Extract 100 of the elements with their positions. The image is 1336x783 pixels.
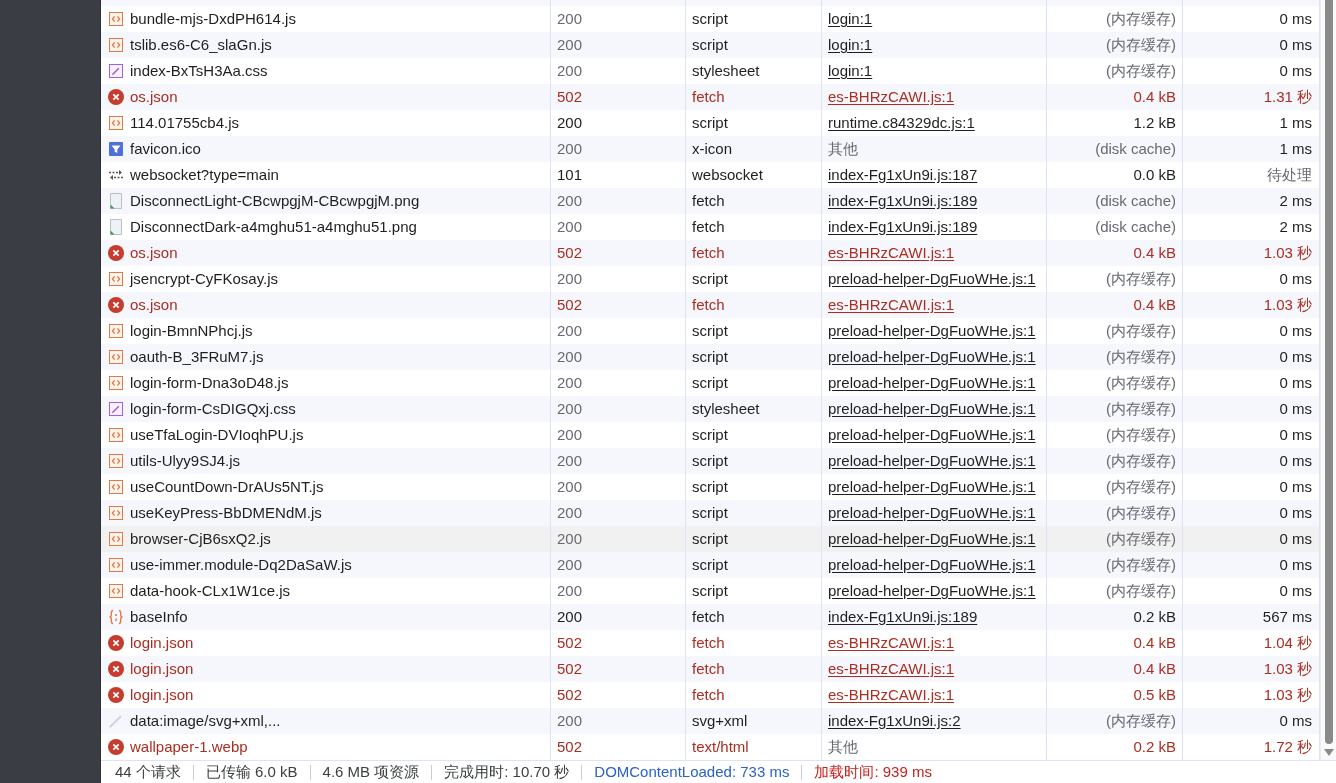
pen-icon [108,713,124,729]
initiator-link[interactable]: preload-helper-DgFuoWHe.js:1 [828,270,1036,288]
size-text: (内存缓存) [1106,270,1176,288]
resource-type: script [692,582,728,600]
table-row[interactable]: tslib.es6-C6_slaGn.js 200 script login:1 (内存缓存) 0 ms [101,32,1320,58]
status-code: 200 [557,400,583,418]
file-name: login.json [130,660,194,678]
initiator-link[interactable]: preload-helper-DgFuoWHe.js:1 [828,478,1036,496]
table-row[interactable]: os.json 502 fetch es-BHRzCAWI.js:1 0.4 kB 1.03 秒 [101,292,1320,318]
initiator-link[interactable]: preload-helper-DgFuoWHe.js:1 [828,400,1036,418]
resource-type: svg+xml [692,712,748,730]
status-code: 200 [557,270,583,288]
initiator-link[interactable]: preload-helper-DgFuoWHe.js:1 [828,374,1036,392]
time-text: 2 ms [1279,218,1312,236]
code-file-icon [108,531,124,547]
initiator-link[interactable]: index-Fg1xUn9i.js:189 [828,192,978,210]
status-code: 502 [557,738,583,756]
code-file-icon [108,479,124,495]
initiator-link[interactable]: login:1 [828,36,873,54]
status-code: 200 [557,504,583,522]
table-row[interactable]: os.json 502 fetch es-BHRzCAWI.js:1 0.4 kB 1.03 秒 [101,240,1320,266]
resource-type: script [692,348,728,366]
initiator-link[interactable]: es-BHRzCAWI.js:1 [828,660,955,678]
initiator-link[interactable]: es-BHRzCAWI.js:1 [828,88,955,106]
error-icon [108,635,124,651]
code-file-icon [108,583,124,599]
code-file-icon [108,37,124,53]
file-name: DisconnectDark-a4mghu51-a4mghu51.png [130,218,417,236]
file-name: data:image/svg+xml,... [130,712,281,730]
table-row[interactable]: login.json 502 fetch es-BHRzCAWI.js:1 0.4 kB 1.03 秒 [101,656,1320,682]
file-name: os.json [130,88,178,106]
error-icon [108,245,124,261]
status-code: 502 [557,686,583,704]
size-text: 0.0 kB [1133,166,1176,184]
status-code: 200 [557,140,583,158]
resource-type: fetch [692,218,725,236]
initiator-link[interactable]: preload-helper-DgFuoWHe.js:1 [828,556,1036,574]
initiator-link[interactable]: preload-helper-DgFuoWHe.js:1 [828,426,1036,444]
table-row[interactable]: useKeyPress-BbDMENdM.js 200 script preload-helper-DgFuoWHe.js:1 (内存缓存) 0 ms [101,500,1320,526]
braces-icon [108,609,124,625]
initiator-link[interactable]: index-Fg1xUn9i.js:189 [828,608,978,626]
time-text: 1.03 秒 [1263,244,1312,262]
status-code: 200 [557,374,583,392]
error-icon [108,89,124,105]
initiator-link[interactable]: preload-helper-DgFuoWHe.js:1 [828,348,1036,366]
file-name: useCountDown-DrAUs5NT.js [130,478,324,496]
time-text: 0 ms [1279,556,1312,574]
initiator-link[interactable]: es-BHRzCAWI.js:1 [828,296,955,314]
resource-type: x-icon [692,140,732,158]
initiator-link[interactable]: index-Fg1xUn9i.js:2 [828,712,961,730]
file-name: bundle-mjs-DxdPH614.js [130,10,296,28]
time-text: 0 ms [1279,374,1312,392]
resource-type: script [692,322,728,340]
initiator-link[interactable]: index-Fg1xUn9i.js:189 [828,218,978,236]
table-row[interactable]: use-immer.module-Dq2DaSaW.js 200 script preload-helper-DgFuoWHe.js:1 (内存缓存) 0 ms [101,552,1320,578]
resource-type: script [692,478,728,496]
resource-type: script [692,452,728,470]
time-text: 待处理 [1267,166,1312,184]
table-row[interactable]: oauth-B_3FRuM7.js 200 script preload-helper-DgFuoWHe.js:1 (内存缓存) 0 ms [101,344,1320,370]
initiator-link[interactable]: preload-helper-DgFuoWHe.js:1 [828,504,1036,522]
table-row[interactable]: login-form-CsDIGQxj.css 200 stylesheet preload-helper-DgFuoWHe.js:1 (内存缓存) 0 ms [101,396,1320,422]
table-row[interactable]: os.json 502 fetch es-BHRzCAWI.js:1 0.4 kB 1.31 秒 [101,84,1320,110]
resource-type: fetch [692,296,725,314]
initiator-link[interactable]: preload-helper-DgFuoWHe.js:1 [828,530,1036,548]
size-text: (内存缓存) [1106,374,1176,392]
image-file-icon [108,219,124,235]
size-text: (内存缓存) [1106,348,1176,366]
initiator-link[interactable]: login:1 [828,62,873,80]
initiator-link[interactable]: es-BHRzCAWI.js:1 [828,634,955,652]
size-text: (内存缓存) [1106,556,1176,574]
time-text: 0 ms [1279,62,1312,80]
code-file-icon [108,505,124,521]
initiator-link[interactable]: login:1 [828,10,873,28]
table-row[interactable]: utils-Ulyy9SJ4.js 200 script preload-helper-DgFuoWHe.js:1 (内存缓存) 0 ms [101,448,1320,474]
resource-type: stylesheet [692,400,760,418]
size-text: 0.4 kB [1133,660,1176,678]
resource-type: script [692,114,728,132]
table-row[interactable]: DisconnectLight-CBcwpgjM-CBcwpgjM.png 200 fetch index-Fg1xUn9i.js:189 (disk cache) 2 ms [101,188,1320,214]
table-row[interactable]: favicon.ico 200 x-icon 其他 (disk cache) 1 ms [101,136,1320,162]
initiator-link[interactable]: index-Fg1xUn9i.js:187 [828,166,978,184]
initiator-link[interactable]: preload-helper-DgFuoWHe.js:1 [828,582,1036,600]
initiator-link[interactable]: preload-helper-DgFuoWHe.js:1 [828,452,1036,470]
table-row[interactable]: baseInfo 200 fetch index-Fg1xUn9i.js:189 0.2 kB 567 ms [101,604,1320,630]
initiator-link[interactable]: es-BHRzCAWI.js:1 [828,244,955,262]
status-code: 200 [557,530,583,548]
initiator-link[interactable]: runtime.c84329dc.js:1 [828,114,975,132]
table-row[interactable]: browser-CjB6sxQ2.js 200 script preload-helper-DgFuoWHe.js:1 (内存缓存) 0 ms [101,526,1320,552]
status-code: 200 [557,62,583,80]
status-code: 200 [557,426,583,444]
scrollbar-thumb[interactable] [1324,0,1333,744]
size-text: (内存缓存) [1106,400,1176,418]
initiator-link[interactable]: preload-helper-DgFuoWHe.js:1 [828,322,1036,340]
size-text: 0.5 kB [1133,686,1176,704]
resource-type: script [692,270,728,288]
time-text: 1.72 秒 [1263,738,1312,756]
resource-type: script [692,10,728,28]
initiator-link[interactable]: es-BHRzCAWI.js:1 [828,686,955,704]
code-file-icon [108,557,124,573]
caret-down-icon[interactable] [1323,749,1334,756]
table-row[interactable]: data:image/svg+xml,... 200 svg+xml index-Fg1xUn9i.js:2 (内存缓存) 0 ms [101,708,1320,734]
